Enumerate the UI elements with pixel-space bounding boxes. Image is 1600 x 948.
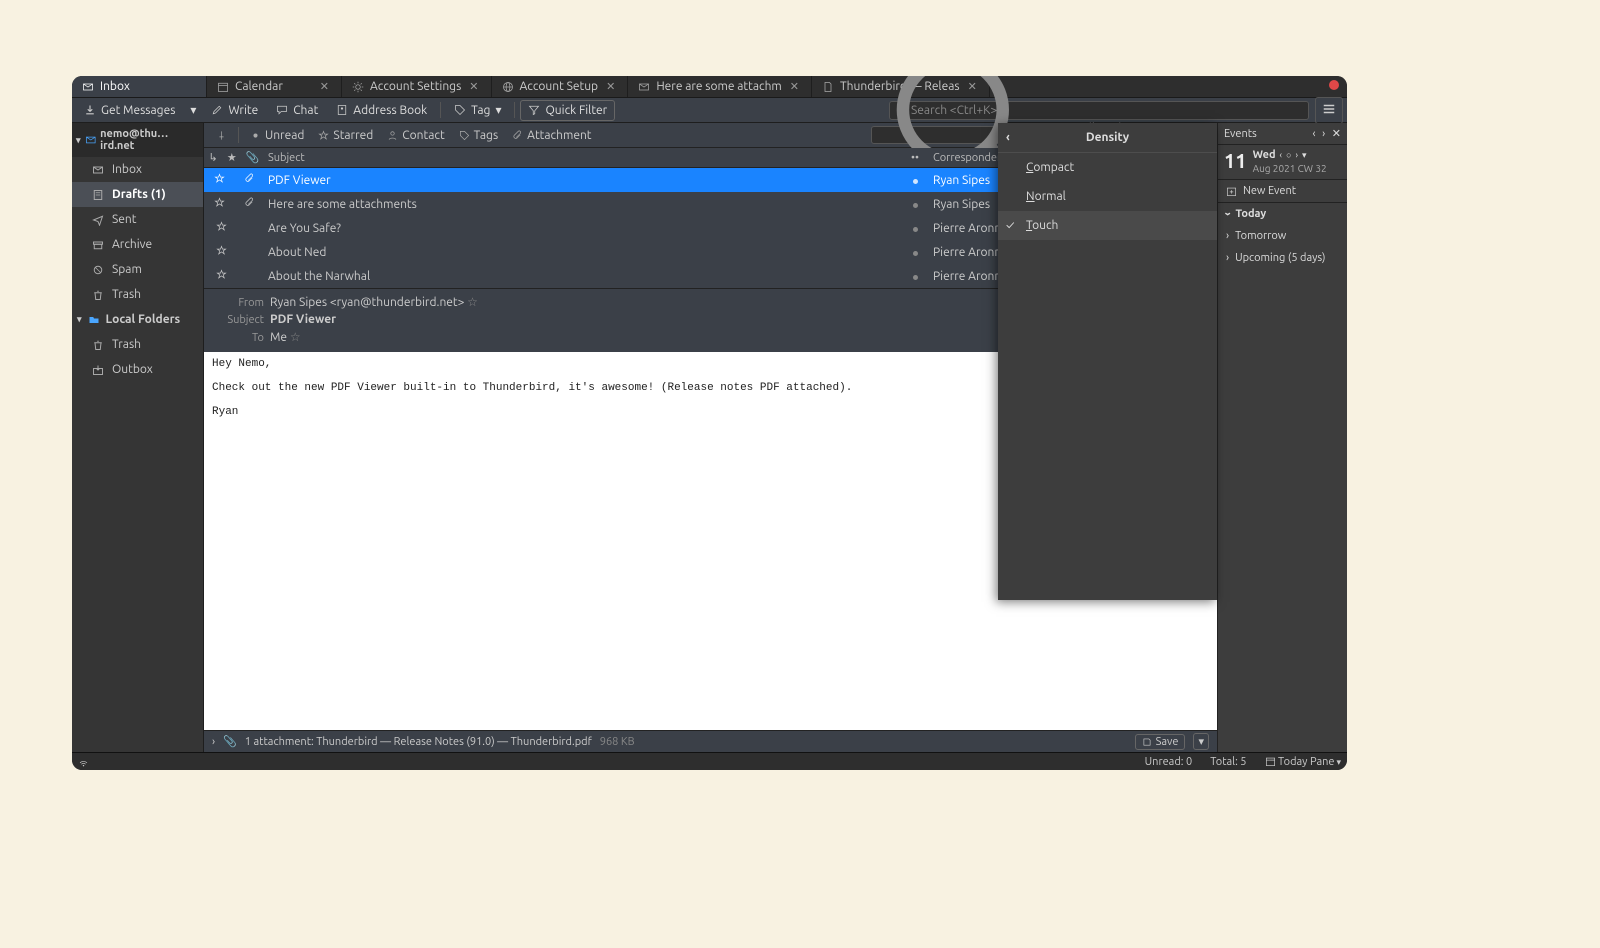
chevron-icon: › <box>1222 212 1234 215</box>
new-event-button[interactable]: New Event <box>1218 179 1347 203</box>
attachment-bar: › 📎 1 attachment: Thunderbird — Release … <box>204 730 1217 752</box>
attachment-text[interactable]: 1 attachment: Thunderbird — Release Note… <box>245 736 592 748</box>
header-from[interactable]: Ryan Sipes <ryan@thunderbird.net> <box>270 296 464 309</box>
events-section-upcoming-days-[interactable]: ›Upcoming (5 days) <box>1218 247 1347 269</box>
attach-clip-icon: 📎 <box>223 735 237 748</box>
status-total: Total: 5 <box>1210 756 1246 768</box>
attach-expand-icon[interactable]: › <box>212 736 215 748</box>
tabs-bar: InboxCalendar✕Account Settings✕Account S… <box>72 76 1347 98</box>
col-read-icon[interactable]: •• <box>903 152 927 164</box>
qf-pin[interactable] <box>210 127 233 144</box>
events-date: 11 Wed ‹ ○ › ▾ Aug 2021 CW 32 <box>1218 145 1347 179</box>
get-messages-dropdown[interactable]: ▾ <box>185 99 201 121</box>
attach-icon <box>244 197 255 211</box>
events-title: Events <box>1224 128 1257 140</box>
date-prev[interactable]: ‹ <box>1280 149 1283 162</box>
app-menu-button[interactable] <box>1315 97 1343 124</box>
star-icon[interactable] <box>214 197 225 211</box>
folder-sent[interactable]: Sent <box>72 207 203 232</box>
today-pane-toggle[interactable]: Today Pane▾ <box>1265 756 1341 768</box>
tab-calendar[interactable]: Calendar✕ <box>207 76 342 97</box>
today-pane: Events ‹ › ✕ 11 Wed ‹ ○ › ▾ Aug 2021 CW … <box>1217 123 1347 752</box>
events-section-today[interactable]: ›Today <box>1218 203 1347 225</box>
qf-tags[interactable]: Tags <box>453 126 504 145</box>
qf-starred[interactable]: Starred <box>312 126 379 145</box>
density-option-touch[interactable]: ✓Touch <box>998 211 1217 240</box>
date-dropdown[interactable]: ▾ <box>1302 149 1307 162</box>
header-subject: PDF Viewer <box>270 313 336 326</box>
main-toolbar: Get Messages ▾ Write Chat Address Book T… <box>72 98 1347 123</box>
star-icon[interactable] <box>214 173 225 187</box>
star-to-icon[interactable]: ☆ <box>290 331 301 344</box>
folder-spam[interactable]: Spam <box>72 257 203 282</box>
density-option-normal[interactable]: Normal <box>998 182 1217 211</box>
status-bar: Unread: 0 Total: 5 Today Pane▾ <box>72 752 1347 770</box>
address-book-button[interactable]: Address Book <box>328 100 435 121</box>
window-close[interactable] <box>1329 80 1339 93</box>
tab-here-are-some-attachm[interactable]: Here are some attachm✕ <box>628 76 812 97</box>
main-area: ▾ nemo@thu…ird.net InboxDrafts (1)SentAr… <box>72 123 1347 752</box>
events-close[interactable]: ✕ <box>1332 128 1341 140</box>
chat-button[interactable]: Chat <box>268 100 326 121</box>
col-thread-icon[interactable]: ↳ <box>209 151 218 164</box>
local-folders-header[interactable]: ▾ Local Folders <box>72 307 203 332</box>
folder-drafts-[interactable]: Drafts (1) <box>72 182 203 207</box>
star-icon[interactable] <box>216 245 227 259</box>
account-row[interactable]: ▾ nemo@thu…ird.net <box>72 123 203 157</box>
date-today[interactable]: ○ <box>1286 149 1291 162</box>
chevron-icon: › <box>1226 230 1229 242</box>
tag-button[interactable]: Tag ▾ <box>446 99 509 121</box>
tab-account-setup[interactable]: Account Setup✕ <box>492 76 629 97</box>
thread-pane: Unread Starred Contact Tags Attachment F… <box>204 123 1217 752</box>
qf-attachment[interactable]: Attachment <box>506 126 597 145</box>
density-title: Density <box>1086 131 1129 144</box>
status-unread: Unread: 0 <box>1145 756 1193 768</box>
tab-account-settings[interactable]: Account Settings✕ <box>342 76 492 97</box>
attachment-save-button[interactable]: Save <box>1135 734 1186 750</box>
check-icon: ✓ <box>1006 219 1014 232</box>
folder-trash[interactable]: Trash <box>72 282 203 307</box>
star-icon[interactable] <box>216 269 227 283</box>
density-option-compact[interactable]: Compact <box>998 153 1217 182</box>
density-back-button[interactable]: ‹ <box>1006 131 1010 144</box>
app-window: InboxCalendar✕Account Settings✕Account S… <box>72 76 1347 770</box>
quick-filter-button[interactable]: Quick Filter <box>520 100 615 121</box>
attachment-save-dropdown[interactable]: ▾ <box>1193 733 1209 750</box>
col-subject[interactable]: Subject <box>264 152 903 164</box>
folder-pane: ▾ nemo@thu…ird.net InboxDrafts (1)SentAr… <box>72 123 204 752</box>
star-icon[interactable] <box>216 221 227 235</box>
folder-inbox[interactable]: Inbox <box>72 157 203 182</box>
attach-icon <box>244 173 255 187</box>
qf-contact[interactable]: Contact <box>381 126 450 145</box>
tab-close-icon[interactable]: ✕ <box>604 80 617 93</box>
tab-close-icon[interactable]: ✕ <box>788 80 801 93</box>
write-button[interactable]: Write <box>203 100 266 121</box>
chevron-icon: › <box>1226 252 1229 264</box>
get-messages-button[interactable]: Get Messages <box>76 100 183 121</box>
density-menu: ‹ Density CompactNormal✓Touch <box>998 123 1217 600</box>
events-prev[interactable]: ‹ <box>1313 128 1316 140</box>
account-name: nemo@thu…ird.net <box>100 128 199 152</box>
folder-trash[interactable]: Trash <box>72 332 203 357</box>
col-star-icon[interactable]: ★ <box>227 151 237 164</box>
folder-archive[interactable]: Archive <box>72 232 203 257</box>
tab-inbox[interactable]: Inbox <box>72 76 207 97</box>
qf-unread[interactable]: Unread <box>244 126 310 145</box>
events-next[interactable]: › <box>1322 128 1325 140</box>
header-to[interactable]: Me <box>270 331 287 344</box>
star-from-icon[interactable]: ☆ <box>467 296 478 309</box>
col-attach-icon[interactable]: 📎 <box>246 151 260 164</box>
date-next[interactable]: › <box>1296 149 1299 162</box>
events-section-tomorrow[interactable]: ›Tomorrow <box>1218 225 1347 247</box>
folder-outbox[interactable]: Outbox <box>72 357 203 382</box>
tab-close-icon[interactable]: ✕ <box>467 80 480 93</box>
attachment-size: 968 KB <box>600 736 635 748</box>
tab-close-icon[interactable]: ✕ <box>318 80 331 93</box>
online-status-icon[interactable] <box>78 756 89 768</box>
